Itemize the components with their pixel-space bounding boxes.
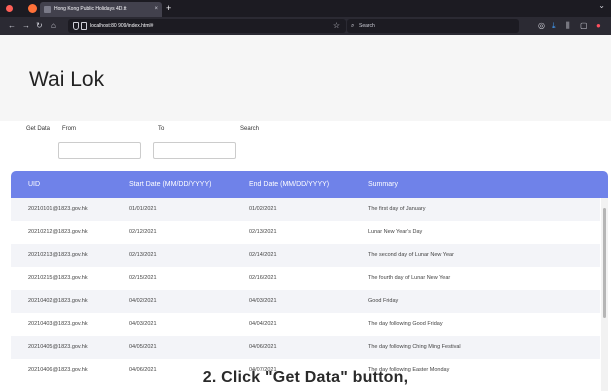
firefox-logo-icon [28,4,37,13]
cell-summary: Lunar New Year's Day [368,229,423,235]
url-bar[interactable]: localhost:80 909/index.html# ☆ [68,19,346,33]
extensions-icon[interactable]: ▢ [580,19,588,33]
table-scrollbar[interactable] [601,198,608,391]
column-header-end-date[interactable]: End Date (MM/DD/YYYY) [249,171,329,198]
from-date-input[interactable] [58,142,141,159]
instruction-caption: 2. Click "Get Data" button, [202,369,409,386]
search-placeholder: Search [359,23,375,29]
cell-start-date: 01/01/2021 [129,206,157,212]
tab-close-icon[interactable]: × [154,2,158,17]
new-tab-button[interactable]: + [166,2,171,15]
home-icon[interactable]: ⌂ [51,20,56,32]
reload-icon[interactable]: ↻ [36,20,43,32]
cell-summary: The fourth day of Lunar New Year [368,275,451,281]
star-icon[interactable]: ☆ [333,19,340,33]
cell-start-date: 02/15/2021 [129,275,157,281]
table-row[interactable]: 20210402@1823.gov.hk 04/02/2021 04/03/20… [11,290,600,313]
cell-summary: The first day of January [368,206,426,212]
column-header-uid[interactable]: UID [28,171,40,198]
cell-end-date: 02/14/2021 [249,252,277,258]
cell-uid: 20210405@1823.gov.hk [28,344,88,350]
search-bar[interactable]: ⌕ Search [347,19,519,33]
table-row[interactable]: 20210212@1823.gov.hk 02/12/2021 02/13/20… [11,221,600,244]
tab-title: Hong Kong Public Holidays 4D.tt [54,6,127,12]
cell-summary: Good Friday [368,298,399,304]
screen: Hong Kong Public Holidays 4D.tt × + ⌄ ← … [0,0,611,391]
table-row[interactable]: 20210213@1823.gov.hk 02/13/2021 02/14/20… [11,244,600,267]
browser-tab[interactable]: Hong Kong Public Holidays 4D.tt × [40,2,162,17]
cell-start-date: 04/03/2021 [129,321,157,327]
search-label: Search [240,126,260,132]
url-text: localhost:80 909/index.html# [90,23,154,29]
cell-end-date: 04/06/2021 [249,344,277,350]
window-close-icon[interactable] [6,5,13,12]
table-header: UID Start Date (MM/DD/YYYY) End Date (MM… [11,171,608,198]
cell-summary: The second day of Lunar New Year [368,252,454,258]
from-label: From [62,126,76,132]
table-row[interactable]: 20210101@1823.gov.hk 01/01/2021 01/02/20… [11,198,600,221]
search-icon: ⌕ [351,23,355,29]
cell-summary: The day following Good Friday [368,321,443,327]
cell-start-date: 02/12/2021 [129,229,157,235]
page-title: Wai Lok [29,68,105,91]
cell-uid: 20210213@1823.gov.hk [28,252,88,258]
cell-start-date: 04/02/2021 [129,298,157,304]
app-header: Wai Lok [0,35,611,121]
to-date-input[interactable] [153,142,236,159]
back-icon[interactable]: ← [8,20,16,32]
cell-end-date: 04/03/2021 [249,298,277,304]
browser-tab-bar: Hong Kong Public Holidays 4D.tt × + ⌄ [0,0,611,17]
library-icon[interactable]: ⫼ [566,19,570,33]
cell-uid: 20210212@1823.gov.hk [28,229,88,235]
cell-uid: 20210402@1823.gov.hk [28,298,88,304]
table-row[interactable]: 20210405@1823.gov.hk 04/05/2021 04/06/20… [11,336,600,359]
cell-end-date: 02/13/2021 [249,229,277,235]
cell-end-date: 02/16/2021 [249,275,277,281]
cell-uid: 20210215@1823.gov.hk [28,275,88,281]
pocket-icon[interactable]: ◎ [538,19,545,33]
cell-uid: 20210403@1823.gov.hk [28,321,88,327]
download-icon[interactable]: ⤓ [552,19,556,33]
cell-summary: The day following Ching Ming Festival [368,344,461,350]
to-label: To [158,126,165,132]
tab-list-icon[interactable]: ⌄ [598,1,605,10]
get-data-label[interactable]: Get Data [26,126,50,132]
table-row[interactable]: 20210215@1823.gov.hk 02/15/2021 02/16/20… [11,267,600,290]
cell-start-date: 04/05/2021 [129,344,157,350]
cell-start-date: 02/13/2021 [129,252,157,258]
cell-end-date: 01/02/2021 [249,206,277,212]
table-row[interactable]: 20210403@1823.gov.hk 04/03/2021 04/04/20… [11,313,600,336]
column-header-start-date[interactable]: Start Date (MM/DD/YYYY) [129,171,211,198]
profile-icon[interactable]: ● [596,19,601,33]
page-info-icon[interactable] [81,22,87,30]
browser-nav-bar: ← → ↻ ⌂ localhost:80 909/index.html# ☆ ⌕… [0,17,611,35]
scrollbar-thumb[interactable] [603,208,606,318]
forward-icon[interactable]: → [22,20,30,32]
column-header-summary[interactable]: Summary [368,171,398,198]
shield-icon[interactable] [73,22,79,30]
cell-end-date: 04/04/2021 [249,321,277,327]
cell-uid: 20210101@1823.gov.hk [28,206,88,212]
tab-favicon-icon [44,6,51,13]
